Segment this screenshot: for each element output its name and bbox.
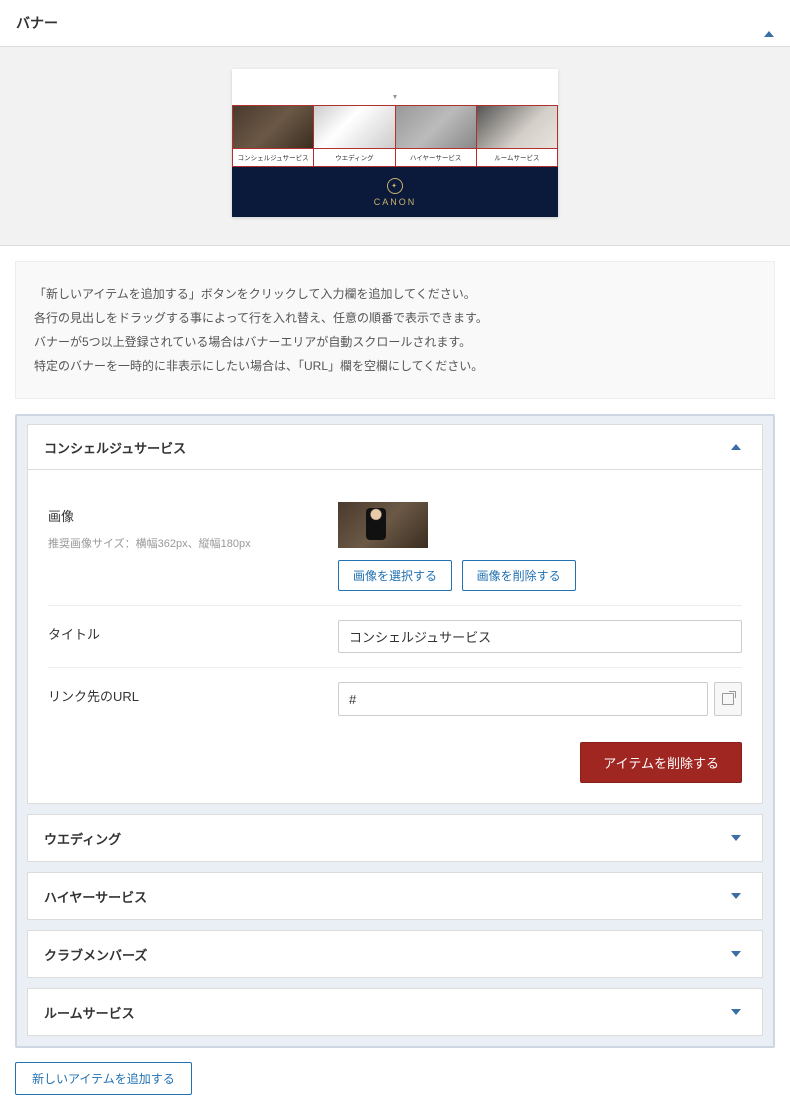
banner-item-title: ハイヤーサービス [44, 887, 147, 906]
preview-banner-label: ハイヤーサービス [395, 149, 476, 167]
caret-up-icon [731, 444, 741, 450]
repeater-container: コンシェルジュサービス 画像 推奨画像サイズ：横幅362px、縦幅180px 画… [15, 414, 775, 1048]
delete-image-button[interactable]: 画像を削除する [462, 560, 576, 591]
preview-hero [232, 69, 558, 105]
delete-item-button[interactable]: アイテムを削除する [580, 742, 742, 783]
banner-item-header[interactable]: ウエディング [27, 814, 763, 862]
title-control [338, 620, 742, 653]
instruction-line: 各行の見出しをドラッグする事によって行を入れ替え、任意の順番で表示できます。 [34, 306, 756, 330]
banner-item-title: コンシェルジュサービス [44, 438, 186, 457]
instruction-line: バナーが5つ以上登録されている場合はバナーエリアが自動スクロールされます。 [34, 330, 756, 354]
preview-banner-label: ルームサービス [476, 149, 558, 167]
image-thumbnail[interactable] [338, 502, 428, 548]
preview-banner-image [395, 105, 476, 149]
select-image-button[interactable]: 画像を選択する [338, 560, 452, 591]
url-control [338, 682, 742, 716]
title-field-row: タイトル [48, 606, 742, 668]
banner-item-title: ウエディング [44, 829, 121, 848]
caret-down-icon [731, 951, 741, 957]
preview-label-row: コンシェルジュサービス ウエディング ハイヤーサービス ルームサービス [232, 149, 558, 167]
external-link-icon [722, 693, 734, 705]
item-expand-toggle[interactable] [726, 828, 746, 848]
banner-item-header[interactable]: コンシェルジュサービス [27, 424, 763, 470]
preview-box: コンシェルジュサービス ウエディング ハイヤーサービス ルームサービス ✦ CA… [232, 69, 558, 217]
preview-banner-image [313, 105, 394, 149]
url-input[interactable] [338, 682, 708, 716]
section-header: バナー [0, 0, 790, 47]
field-label: タイトル [48, 620, 338, 643]
image-field-row: 画像 推奨画像サイズ：横幅362px、縦幅180px 画像を選択する 画像を削除… [48, 488, 742, 606]
instructions-box: 「新しいアイテムを追加する」ボタンをクリックして入力欄を追加してください。 各行… [15, 261, 775, 399]
preview-footer: ✦ CANON [232, 167, 558, 217]
preview-banner-label: ウエディング [313, 149, 394, 167]
brand-name: CANON [374, 197, 417, 207]
add-item-button[interactable]: 新しいアイテムを追加する [15, 1062, 192, 1095]
url-field-row: リンク先のURL [48, 668, 742, 730]
field-label: 画像 推奨画像サイズ：横幅362px、縦幅180px [48, 502, 338, 551]
open-url-button[interactable] [714, 682, 742, 716]
field-label: リンク先のURL [48, 682, 338, 705]
preview-area: コンシェルジュサービス ウエディング ハイヤーサービス ルームサービス ✦ CA… [0, 47, 790, 246]
banner-item-header[interactable]: ルームサービス [27, 988, 763, 1036]
instruction-line: 「新しいアイテムを追加する」ボタンをクリックして入力欄を追加してください。 [34, 282, 756, 306]
banner-item-title: ルームサービス [44, 1003, 135, 1022]
preview-banner-label: コンシェルジュサービス [232, 149, 313, 167]
image-label: 画像 [48, 509, 74, 524]
caret-up-icon [764, 16, 774, 37]
item-expand-toggle[interactable] [726, 944, 746, 964]
image-control: 画像を選択する 画像を削除する [338, 502, 742, 591]
item-expand-toggle[interactable] [726, 886, 746, 906]
image-hint: 推奨画像サイズ：横幅362px、縦幅180px [48, 535, 338, 551]
preview-banner-image [232, 105, 313, 149]
caret-down-icon [731, 835, 741, 841]
banner-item-header[interactable]: クラブメンバーズ [27, 930, 763, 978]
section-title: バナー [16, 13, 58, 33]
caret-down-icon [731, 1009, 741, 1015]
banner-item-title: クラブメンバーズ [44, 945, 147, 964]
banner-item-header[interactable]: ハイヤーサービス [27, 872, 763, 920]
logo-icon: ✦ [387, 178, 403, 194]
preview-banner-image [476, 105, 558, 149]
instruction-line: 特定のバナーを一時的に非表示にしたい場合は、「URL」欄を空欄にしてください。 [34, 354, 756, 378]
collapse-toggle[interactable] [764, 16, 774, 31]
banner-item-body: 画像 推奨画像サイズ：横幅362px、縦幅180px 画像を選択する 画像を削除… [27, 470, 763, 804]
preview-banner-row [232, 105, 558, 149]
title-input[interactable] [338, 620, 742, 653]
item-collapse-toggle[interactable] [726, 437, 746, 457]
item-expand-toggle[interactable] [726, 1002, 746, 1022]
